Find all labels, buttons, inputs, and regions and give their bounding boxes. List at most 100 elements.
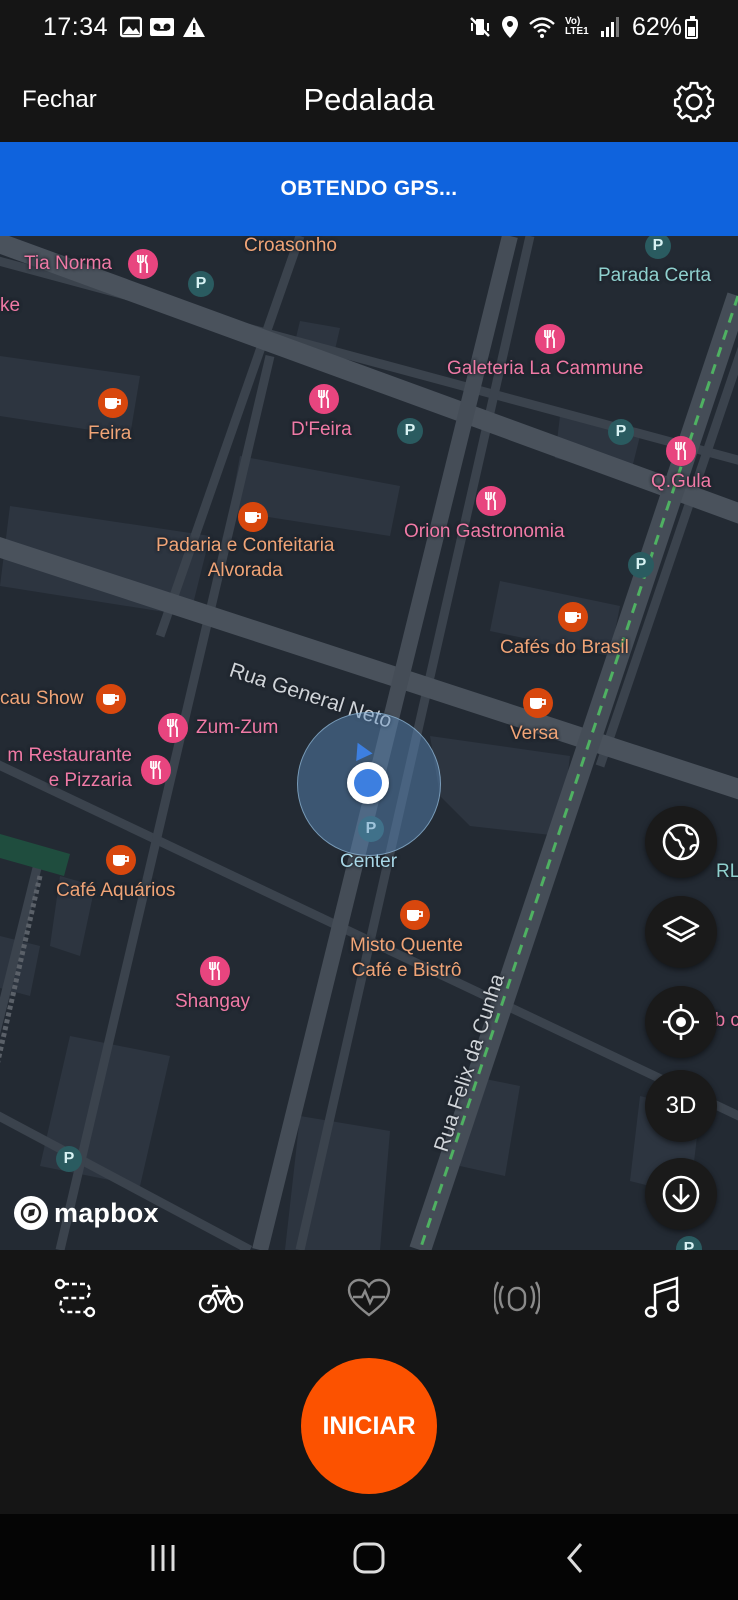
download-map-button[interactable]: [645, 1158, 717, 1230]
page-title: Pedalada: [303, 82, 435, 117]
cafe-pin[interactable]: [238, 502, 268, 532]
heart-rate-tab[interactable]: [344, 1274, 394, 1322]
poi-label: RL: [716, 861, 738, 882]
volte-lte-icon: Vo) LTE1: [565, 16, 589, 37]
crosshair-icon: [663, 1004, 699, 1040]
status-left-icons: [120, 16, 206, 38]
bottom-panel: INICIAR: [0, 1250, 738, 1514]
poi-label-misto: Misto Quente Café e Bistrô: [350, 935, 463, 981]
restaurant-pin[interactable]: [128, 249, 158, 279]
mapbox-wordmark: mapbox: [54, 1197, 159, 1228]
fork-knife-icon: [209, 962, 220, 980]
warning-icon: [183, 17, 205, 37]
back-icon: [567, 1543, 583, 1573]
home-button[interactable]: [344, 1536, 394, 1580]
fork-knife-icon: [318, 390, 329, 408]
locate-me-button[interactable]: [645, 986, 717, 1058]
recent-apps-button[interactable]: [138, 1536, 188, 1580]
download-icon: [662, 1175, 700, 1213]
app-header: Fechar Pedalada: [0, 56, 738, 142]
coffee-cup-icon: [113, 855, 129, 866]
home-icon: [353, 1542, 385, 1574]
gps-status-banner: OBTENDO GPS...: [0, 142, 738, 236]
music-tab[interactable]: [638, 1274, 688, 1322]
poi-label: ke: [0, 295, 21, 316]
coffee-cup-icon: [245, 512, 261, 523]
music-icon: [644, 1276, 680, 1318]
poi-label: Croasonho: [244, 236, 337, 256]
status-time: 17:34: [43, 13, 109, 41]
cafe-pin[interactable]: [98, 388, 128, 418]
battery-icon: [685, 16, 698, 39]
poi-label: Tia Norma: [24, 253, 112, 274]
poi-label: D'Feira: [291, 419, 352, 440]
map-view[interactable]: Rua General Neto Rua Felix da Cunha P P …: [0, 236, 738, 1250]
poi-label: Café Aquários: [56, 880, 176, 901]
back-button[interactable]: [550, 1536, 600, 1580]
poi-label: Shangay: [175, 991, 251, 1012]
fork-knife-icon: [137, 255, 148, 273]
gps-status-text: OBTENDO GPS...: [280, 177, 458, 200]
fork-knife-icon: [485, 492, 496, 510]
image-icon: [120, 16, 142, 38]
restaurant-pin[interactable]: [158, 713, 188, 743]
settings-button[interactable]: [672, 80, 716, 124]
bike-icon: [198, 1284, 244, 1314]
coffee-cup-icon: [530, 698, 546, 709]
voicemail-icon: [150, 18, 174, 36]
parking-pin[interactable]: P: [628, 552, 654, 578]
restaurant-pin[interactable]: [200, 956, 230, 986]
restaurant-pin[interactable]: [535, 324, 565, 354]
start-button[interactable]: INICIAR: [301, 1358, 437, 1494]
cafe-pin[interactable]: [400, 900, 430, 930]
restaurant-pin[interactable]: [309, 384, 339, 414]
poi-label-padaria: Padaria e Confeitaria Alvorada: [156, 535, 335, 581]
mute-vibrate-icon: [470, 17, 490, 37]
parking-pin[interactable]: P: [188, 271, 214, 297]
poi-label: Parada Certa: [598, 265, 712, 286]
3d-toggle-button[interactable]: 3D: [645, 1070, 717, 1142]
battery-percent: 62%: [631, 13, 682, 41]
cafe-pin[interactable]: [96, 684, 126, 714]
route-tab[interactable]: [50, 1274, 100, 1322]
coffee-cup-icon: [105, 398, 121, 409]
fork-knife-icon: [167, 719, 178, 737]
globe-icon: [662, 823, 700, 861]
restaurant-pin[interactable]: [476, 486, 506, 516]
location-icon: [502, 16, 518, 38]
poi-label: Feira: [88, 423, 132, 444]
poi-label: Q.Gula: [651, 471, 712, 492]
gear-icon: [673, 81, 715, 123]
parking-pin[interactable]: P: [56, 1146, 82, 1172]
cafe-pin[interactable]: [106, 845, 136, 875]
route-icon: [54, 1278, 96, 1318]
mapbox-mark-icon: [14, 1196, 48, 1230]
heart-rate-icon: [347, 1278, 391, 1317]
coffee-cup-icon: [565, 612, 581, 623]
parking-pin[interactable]: P: [397, 418, 423, 444]
restaurant-pin[interactable]: [141, 755, 171, 785]
poi-label: Galeteria La Cammune: [447, 358, 644, 379]
fork-knife-icon: [544, 330, 555, 348]
3d-label: 3D: [665, 1092, 697, 1119]
start-button-label: INICIAR: [322, 1411, 416, 1440]
map-style-button[interactable]: [645, 806, 717, 878]
bike-tab[interactable]: [196, 1274, 246, 1322]
poi-label: Cafés do Brasil: [500, 637, 629, 658]
system-nav-bar: [0, 1514, 738, 1600]
poi-label: cau Show: [0, 688, 84, 709]
recent-apps-icon: [151, 1545, 175, 1571]
cafe-pin[interactable]: [558, 602, 588, 632]
cafe-pin[interactable]: [523, 688, 553, 718]
signal-icon: [601, 17, 619, 37]
sensor-tab[interactable]: [492, 1274, 542, 1322]
fork-knife-icon: [675, 442, 686, 460]
coffee-cup-icon: [103, 694, 119, 705]
coffee-cup-icon: [407, 910, 423, 921]
parking-pin[interactable]: P: [608, 419, 634, 445]
poi-label: Versa: [510, 723, 559, 744]
layers-icon: [662, 915, 700, 943]
layers-button[interactable]: [645, 896, 717, 968]
mapbox-logo[interactable]: mapbox: [14, 1196, 159, 1230]
restaurant-pin[interactable]: [666, 436, 696, 466]
